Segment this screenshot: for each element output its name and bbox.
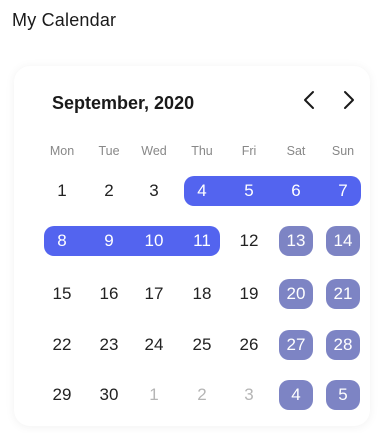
day-cell[interactable]: 3 xyxy=(229,380,269,410)
day-cell[interactable]: 6 xyxy=(276,176,316,206)
day-cell[interactable]: 8 xyxy=(42,226,82,256)
day-cell[interactable]: 2 xyxy=(89,176,129,206)
day-cell[interactable]: 28 xyxy=(326,330,360,360)
day-cell[interactable]: 23 xyxy=(89,330,129,360)
day-cell[interactable]: 24 xyxy=(134,330,174,360)
day-cell[interactable]: 30 xyxy=(89,380,129,410)
day-cell[interactable]: 10 xyxy=(134,226,174,256)
day-cell[interactable]: 15 xyxy=(42,279,82,309)
day-cell[interactable]: 9 xyxy=(89,226,129,256)
app-title: My Calendar xyxy=(12,10,117,30)
day-cell[interactable]: 26 xyxy=(229,330,269,360)
day-cell[interactable]: 19 xyxy=(229,279,269,309)
day-cell[interactable]: 16 xyxy=(89,279,129,309)
day-cell[interactable]: 1 xyxy=(42,176,82,206)
day-cell[interactable]: 22 xyxy=(42,330,82,360)
day-cell[interactable]: 18 xyxy=(182,279,222,309)
day-cell[interactable]: 5 xyxy=(229,176,269,206)
day-cell[interactable]: 29 xyxy=(42,380,82,410)
day-cell[interactable]: 20 xyxy=(279,279,313,309)
day-cell[interactable]: 14 xyxy=(326,226,360,256)
day-cell[interactable]: 11 xyxy=(182,226,222,256)
calendar-card: September, 2020 Mon Tue Wed Thu Fri Sat Sun 12… xyxy=(14,66,370,426)
calendar-grid: 1 2 3 4 5 6 7 8 9 10 11 12 13 14 15 16 17 18 19 20 21 22 23 24 2… xyxy=(14,66,370,426)
day-cell[interactable]: 1 xyxy=(134,380,174,410)
day-cell[interactable]: 17 xyxy=(134,279,174,309)
day-cell[interactable]: 21 xyxy=(326,279,360,309)
day-cell[interactable]: 4 xyxy=(182,176,222,206)
day-cell[interactable]: 12 xyxy=(229,226,269,256)
day-cell[interactable]: 5 xyxy=(326,380,360,410)
day-cell[interactable]: 13 xyxy=(279,226,313,256)
day-cell[interactable]: 25 xyxy=(182,330,222,360)
day-cell[interactable]: 2 xyxy=(182,380,222,410)
day-cell[interactable]: 3 xyxy=(134,176,174,206)
day-cell[interactable]: 4 xyxy=(279,380,313,410)
day-cell[interactable]: 27 xyxy=(279,330,313,360)
day-cell[interactable]: 7 xyxy=(323,176,363,206)
